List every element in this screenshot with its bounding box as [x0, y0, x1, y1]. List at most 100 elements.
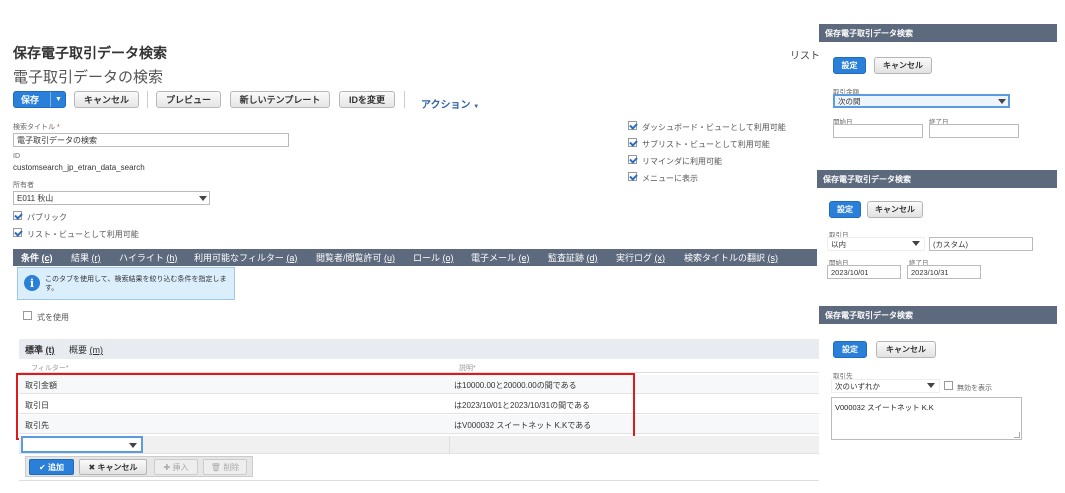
save-label: 保存	[21, 95, 40, 105]
set-button[interactable]: 設定	[833, 341, 867, 358]
tab-available-filters[interactable]: 利用可能なフィルター (a)	[194, 249, 297, 266]
save-button[interactable]: 保存 ▼	[13, 91, 66, 108]
divider	[19, 480, 819, 481]
plus-icon: ✚	[163, 462, 171, 472]
new-template-button[interactable]: 新しいテンプレート	[230, 91, 330, 108]
toolbar-separator	[147, 91, 148, 108]
tab-email[interactable]: 電子メール (e)	[471, 249, 530, 266]
chevron-down-icon	[927, 383, 935, 388]
panel-vendor: 保存電子取引データ検索 設定 キャンセル 取引先 次のいずれか 無効を表示 V0…	[819, 306, 1057, 448]
tab-criteria[interactable]: 条件 (c)	[21, 249, 53, 266]
check-icon: ✔	[39, 462, 46, 472]
cancel-button[interactable]: キャンセル	[876, 341, 936, 358]
start-input[interactable]	[833, 124, 923, 138]
info-text: このタブを使用して、検索結果を絞り込む条件を指定します。	[45, 276, 227, 292]
trash-icon: 🗑	[210, 462, 221, 472]
menu-checkbox[interactable]	[628, 172, 637, 181]
show-inactive-checkbox[interactable]	[944, 381, 953, 390]
actions-menu[interactable]: アクション ▼	[421, 96, 479, 111]
panel-date: 保存電子取引データ検索 設定 キャンセル 取引日 以内 (カスタム) 開始日 2…	[817, 170, 1057, 288]
tab-bar: 条件 (c) 結果 (r) ハイライト (h) 利用可能なフィルター (a) 閲…	[13, 249, 820, 266]
vendor-multiselect[interactable]: V000032 スイートネット K.K	[831, 397, 1022, 440]
panel-title: 保存電子取引データ検索	[817, 170, 1057, 188]
panel-title: 保存電子取引データ検索	[819, 306, 1057, 324]
highlight-box	[16, 373, 635, 440]
resize-handle-icon[interactable]	[1014, 432, 1020, 438]
menu-label: メニューに表示	[642, 174, 698, 183]
owner-select[interactable]: E011 秋山	[13, 191, 210, 205]
tab-results[interactable]: 結果 (r)	[71, 249, 101, 266]
set-button[interactable]: 設定	[833, 57, 866, 74]
panel-title: 保存電子取引データ検索	[819, 24, 1057, 42]
subtab-summary[interactable]: 概要 (m)	[69, 343, 103, 356]
start-input[interactable]: 2023/10/01	[827, 265, 901, 279]
preview-button[interactable]: プレビュー	[156, 91, 221, 108]
end-input[interactable]: 2023/10/31	[907, 265, 981, 279]
toolbar-separator	[404, 91, 405, 108]
chevron-down-icon	[199, 196, 207, 201]
grid-header: フィルター* 説明*	[19, 361, 819, 373]
operator-value: 次の間	[838, 96, 861, 106]
tab-highlight[interactable]: ハイライト (h)	[119, 249, 177, 266]
close-icon: ✖	[88, 462, 96, 472]
tab-title-translation[interactable]: 検索タイトルの翻訳 (s)	[684, 249, 778, 266]
list-view-checkbox[interactable]	[13, 228, 22, 237]
tab-execution-log[interactable]: 実行ログ (x)	[616, 249, 665, 266]
public-label: パブリック	[27, 213, 67, 222]
reminder-label: リマインダに利用可能	[642, 157, 722, 166]
operator-select[interactable]: 次の間	[833, 94, 1010, 108]
list-link[interactable]: リスト	[790, 47, 820, 62]
chevron-down-icon	[998, 99, 1006, 104]
chevron-down-icon	[912, 241, 920, 246]
insert-button[interactable]: ✚ 挿入	[154, 459, 198, 475]
subtab-standard[interactable]: 標準 (t)	[25, 343, 55, 356]
search-title-label: 検索タイトル *	[13, 124, 60, 131]
public-checkbox[interactable]	[13, 211, 22, 220]
dashboard-checkbox[interactable]	[628, 121, 637, 130]
use-formula-checkbox[interactable]	[23, 311, 32, 320]
dashboard-label: ダッシュボード・ビューとして利用可能	[642, 123, 786, 132]
page-title: 保存電子取引データ検索	[13, 45, 167, 61]
custom-range-field[interactable]: (カスタム)	[929, 237, 1033, 251]
chevron-down-icon	[129, 443, 137, 448]
operator-select[interactable]: 次のいずれか	[831, 379, 940, 393]
reminder-checkbox[interactable]	[628, 155, 637, 164]
owner-label: 所有者	[13, 182, 34, 189]
change-id-button[interactable]: IDを変更	[339, 91, 395, 108]
id-value: customsearch_jp_etran_data_search	[13, 163, 145, 172]
show-inactive-label: 無効を表示	[957, 385, 992, 392]
row-action-bar: ✔ 追加 ✖ キャンセル ✚ 挿入 🗑 削除	[25, 456, 253, 477]
add-button[interactable]: ✔ 追加	[29, 459, 74, 475]
use-formula-label: 式を使用	[37, 313, 69, 322]
list-view-label: リスト・ビューとして利用可能	[27, 230, 139, 239]
save-dropdown-icon[interactable]: ▼	[50, 92, 66, 107]
tab-audit-trail[interactable]: 監査証跡 (d)	[548, 249, 598, 266]
cancel-button[interactable]: キャンセル	[874, 57, 932, 74]
operator-value: 次のいずれか	[835, 381, 880, 391]
col-description-header: 説明*	[459, 365, 476, 372]
info-banner: i このタブを使用して、検索結果を絞り込む条件を指定します。	[17, 267, 235, 300]
end-input[interactable]	[929, 124, 1019, 138]
info-icon: i	[24, 275, 40, 291]
row-cancel-button[interactable]: ✖ キャンセル	[79, 459, 147, 475]
sublist-label: サブリスト・ビューとして利用可能	[642, 140, 770, 149]
set-button[interactable]: 設定	[829, 201, 861, 218]
col-filter-header: フィルター*	[31, 365, 69, 372]
new-filter-select[interactable]	[21, 436, 143, 453]
operator-value: 以内	[831, 239, 846, 249]
search-title-input[interactable]: 電子取引データの検索	[13, 133, 289, 147]
sublist-checkbox[interactable]	[628, 138, 637, 147]
tab-roles[interactable]: ロール (o)	[413, 249, 454, 266]
subtab-bar: 標準 (t) 概要 (m)	[19, 339, 819, 359]
actions-label: アクション	[421, 100, 471, 111]
page-subtitle: 電子取引データの検索	[13, 69, 164, 86]
delete-button[interactable]: 🗑 削除	[203, 459, 247, 475]
cancel-button[interactable]: キャンセル	[74, 91, 139, 108]
selected-vendor: V000032 スイートネット K.K	[835, 403, 934, 412]
chevron-down-icon: ▼	[473, 104, 480, 110]
owner-value: E011 秋山	[17, 193, 54, 203]
tab-audience[interactable]: 閲覧者/閲覧許可 (u)	[316, 249, 395, 266]
operator-select[interactable]: 以内	[827, 237, 925, 251]
id-label: ID	[13, 153, 20, 160]
cancel-button[interactable]: キャンセル	[867, 201, 923, 218]
